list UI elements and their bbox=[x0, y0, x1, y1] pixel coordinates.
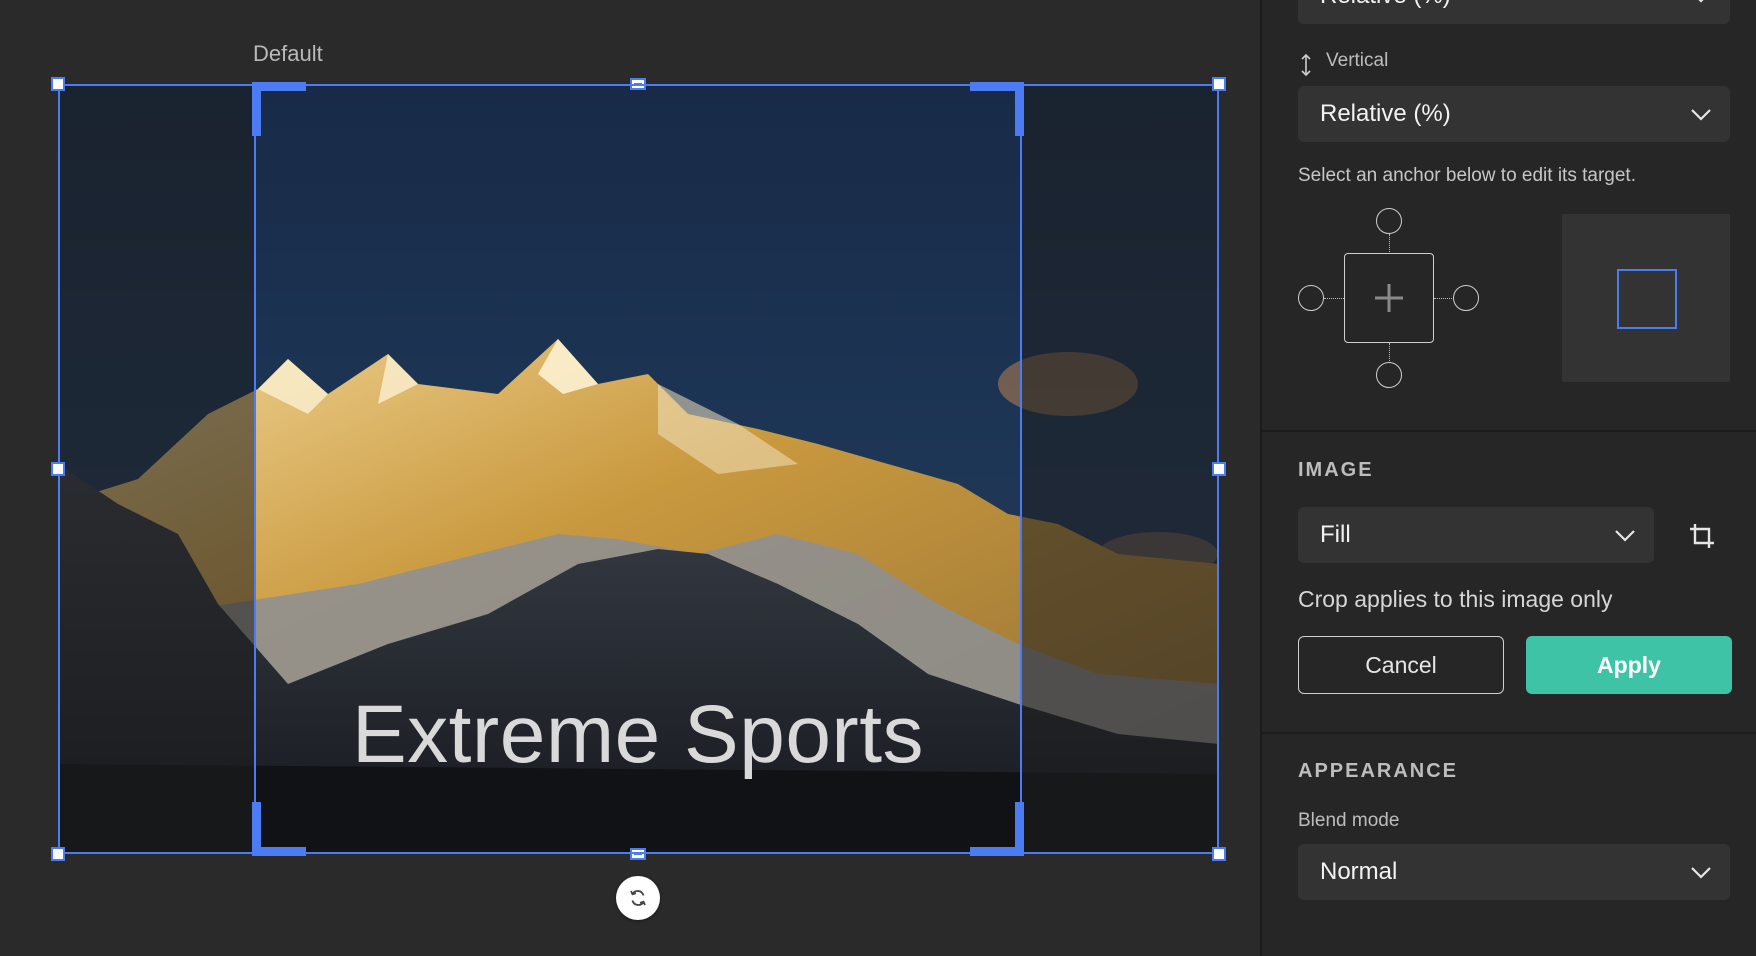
anchor-preview bbox=[1562, 214, 1730, 382]
properties-panel: Relative (%) Vertical Relative (%) Selec… bbox=[1260, 0, 1756, 956]
anchor-left[interactable] bbox=[1298, 285, 1324, 311]
horizontal-unit-value: Relative (%) bbox=[1320, 0, 1451, 10]
anchor-connector-top bbox=[1389, 234, 1390, 254]
divider bbox=[1262, 430, 1756, 432]
crop-corner-bottom-left[interactable] bbox=[252, 802, 306, 856]
resize-handle-bottom-left[interactable] bbox=[51, 847, 65, 861]
anchor-picker bbox=[1298, 208, 1488, 388]
anchor-connector-left bbox=[1324, 298, 1344, 299]
resize-handle-top-right[interactable] bbox=[1212, 77, 1226, 91]
chevron-down-icon bbox=[1698, 0, 1704, 3]
frame-label: Default bbox=[253, 41, 323, 66]
crop-corner-top-right[interactable] bbox=[970, 82, 1024, 136]
resize-handle-right[interactable] bbox=[1212, 462, 1226, 476]
anchor-hint: Select an anchor below to edit its targe… bbox=[1298, 165, 1636, 186]
crop-box[interactable] bbox=[252, 82, 1024, 856]
chevron-down-icon bbox=[1691, 109, 1711, 121]
appearance-section-title: APPEARANCE bbox=[1298, 760, 1459, 782]
vertical-unit-select[interactable]: Relative (%) bbox=[1298, 86, 1730, 142]
image-section-title: IMAGE bbox=[1298, 459, 1374, 481]
anchor-bottom[interactable] bbox=[1376, 362, 1402, 388]
vertical-unit-value: Relative (%) bbox=[1320, 100, 1451, 127]
resize-handle-top-left[interactable] bbox=[51, 77, 65, 91]
cancel-button[interactable]: Cancel bbox=[1298, 636, 1504, 694]
chevron-down-icon bbox=[1691, 867, 1711, 879]
rotate-button[interactable] bbox=[616, 876, 660, 920]
rotate-icon bbox=[630, 890, 646, 906]
vertical-label: Vertical bbox=[1326, 50, 1389, 71]
anchor-top[interactable] bbox=[1376, 208, 1402, 234]
horizontal-unit-select[interactable]: Relative (%) bbox=[1298, 0, 1730, 24]
blend-mode-value: Normal bbox=[1320, 858, 1398, 885]
vertical-arrow-icon bbox=[1301, 53, 1311, 77]
crop-note: Crop applies to this image only bbox=[1298, 586, 1613, 612]
image-fit-value: Fill bbox=[1320, 521, 1351, 548]
resize-handle-bottom-right[interactable] bbox=[1212, 847, 1226, 861]
crop-icon[interactable] bbox=[1688, 522, 1716, 550]
anchor-right[interactable] bbox=[1453, 285, 1479, 311]
anchor-preview-target bbox=[1617, 269, 1677, 329]
anchor-connector-bottom bbox=[1389, 343, 1390, 363]
resize-handle-left[interactable] bbox=[51, 462, 65, 476]
anchor-connector-right bbox=[1434, 298, 1454, 299]
anchor-center[interactable] bbox=[1344, 253, 1434, 343]
blend-mode-select[interactable]: Normal bbox=[1298, 844, 1730, 900]
blend-mode-label: Blend mode bbox=[1298, 810, 1400, 831]
crop-corner-bottom-right[interactable] bbox=[970, 802, 1024, 856]
image-fit-select[interactable]: Fill bbox=[1298, 507, 1654, 563]
apply-button[interactable]: Apply bbox=[1526, 636, 1732, 694]
divider bbox=[1262, 732, 1756, 734]
plus-icon bbox=[1375, 284, 1403, 312]
crop-corner-top-left[interactable] bbox=[252, 82, 306, 136]
chevron-down-icon bbox=[1615, 530, 1635, 542]
design-canvas[interactable]: Default Extreme Sports bbox=[0, 0, 1260, 956]
